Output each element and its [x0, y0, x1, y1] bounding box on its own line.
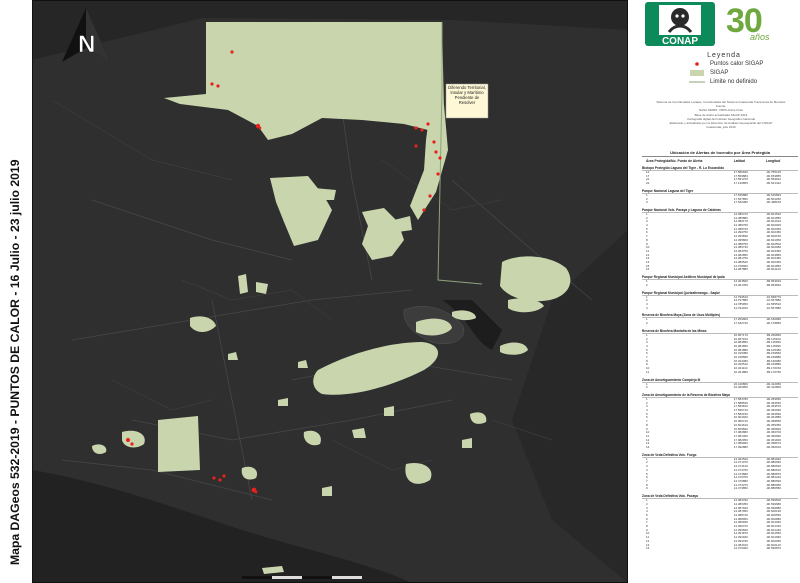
point-icon	[695, 61, 699, 66]
table-cell: 9	[646, 486, 648, 491]
table-cell: 3	[646, 200, 648, 205]
table-cell: 17.130855	[733, 181, 748, 186]
header-lat: Latitud	[733, 159, 745, 163]
table-row: 9 14.473850 -90.880580	[642, 487, 798, 491]
heat-point	[428, 194, 432, 198]
heat-point	[420, 128, 424, 132]
logo-name: CONAP	[661, 36, 699, 47]
table-cell: 14.461780	[733, 282, 748, 287]
heat-point	[432, 140, 436, 144]
credit-line: Guatemala, julio 2019	[706, 125, 736, 130]
table-cell: 14	[646, 546, 650, 551]
table-cell: 14.387880	[733, 267, 748, 272]
table-cell: -89.170750	[765, 369, 782, 374]
heat-point	[436, 172, 440, 176]
table-cell: 2	[646, 282, 648, 287]
heat-point	[216, 84, 220, 88]
map-canvas[interactable]: Diferendo Territorial, Insular y Marítim…	[32, 0, 628, 583]
heat-point	[258, 126, 262, 130]
table-row: 3 17.520380 -90.498150	[642, 201, 798, 205]
table-cell: -90.360610	[765, 445, 782, 450]
table-cell: 16.406950	[733, 385, 748, 390]
heat-point	[426, 122, 430, 126]
sigap-area-maya-corridor	[314, 188, 336, 200]
table-row: 14 14.379460 -90.596870	[642, 547, 798, 551]
table-cell: 14	[646, 445, 650, 450]
table-row: 11 16.321880 -89.170750	[642, 369, 798, 375]
alerts-table-header: Área Protegida/No. Punto de Alerta Latit…	[642, 159, 798, 163]
heat-point	[414, 144, 418, 148]
side-panel: CONAP 30 años Leyenda Puntos calor SIGAP…	[640, 0, 800, 583]
map-title: Mapa DAGeos 532-2019 - PUNTOS DE CALOR -…	[8, 159, 22, 565]
table-cell: 16.321880	[733, 369, 748, 374]
table-cell: 2	[646, 385, 648, 390]
alerts-table-body: Biotopo Protegido Laguna del Tigre - R. …	[642, 166, 798, 551]
legend-item-undefined-limit: Limite no definido	[648, 77, 800, 86]
legend: Leyenda Puntos calor SIGAP SIGAP Limite …	[648, 52, 800, 94]
table-row: 2 16.406950 -90.412800	[642, 386, 798, 390]
table-cell: -90.498150	[765, 200, 782, 205]
table-cell: 11	[646, 369, 650, 374]
legend-label: Puntos calor SIGAP	[710, 60, 764, 67]
table-row: 16 14.387880 -90.601120	[642, 268, 798, 272]
table-row: 22 17.130855 -90.521422	[642, 181, 798, 186]
callout-text: Diferendo Territorial, Insular y Marítim…	[448, 85, 486, 105]
heat-point	[212, 476, 216, 480]
table-cell: 17.520380	[733, 200, 748, 205]
table-cell: -90.178860	[765, 321, 782, 326]
legend-title: Leyenda	[707, 52, 741, 59]
table-cell: 17.182740	[733, 321, 748, 326]
alerts-table-title: Ubicación de Alertas de Incendio por Áre…	[642, 150, 798, 157]
heat-point	[414, 126, 418, 130]
table-cell: -90.521422	[765, 181, 782, 186]
heat-point	[434, 150, 438, 154]
credits-block: Sistema de Coordenadas Locales, Coordena…	[644, 100, 798, 129]
map-title-strip: Mapa DAGeos 532-2019 - PUNTOS DE CALOR -…	[8, 159, 22, 565]
line-icon	[689, 81, 705, 82]
anniversary-word: años	[750, 32, 770, 42]
table-cell: 22	[646, 181, 650, 186]
table-cell: 14.379460	[733, 546, 748, 551]
heat-point	[222, 474, 226, 478]
table-cell: -89.653840	[765, 282, 782, 287]
sigap-area-quiche	[256, 282, 268, 294]
heat-point	[438, 156, 442, 160]
table-cell: -90.601120	[765, 267, 781, 272]
table-row: 2 17.182740 -90.178860	[642, 321, 798, 326]
north-label: N	[78, 31, 95, 58]
header-lon: Longitud	[765, 159, 781, 163]
heat-point	[126, 438, 130, 442]
heat-point	[210, 82, 214, 86]
scale-bar	[242, 576, 362, 579]
heat-point	[422, 208, 426, 212]
alerts-table: Ubicación de Alertas de Incendio por Áre…	[642, 150, 798, 551]
table-cell: 14.794010	[733, 305, 748, 310]
monkey-icon	[659, 5, 701, 35]
table-cell: 17.092880	[733, 445, 748, 450]
table-cell: 4	[646, 305, 648, 310]
heat-point	[218, 478, 222, 482]
table-cell: -90.412800	[765, 385, 782, 390]
table-cell: -91.567880	[765, 305, 782, 310]
table-cell: 16	[646, 267, 650, 272]
table-cell: 2	[646, 321, 648, 326]
legend-label: Limite no definido	[710, 78, 758, 85]
area-swatch-icon	[690, 69, 704, 76]
legend-item-heat-points: Puntos calor SIGAP	[648, 59, 800, 68]
table-row: 2 14.461780 -89.653840	[642, 282, 798, 288]
sigap-area-atitlan	[158, 416, 200, 472]
header-area: Área Protegida/No. Punto de Alerta	[646, 159, 703, 163]
table-row: 14 17.092880 -90.360610	[642, 445, 798, 450]
legend-label: SIGAP	[710, 69, 729, 76]
heat-point	[254, 490, 258, 494]
table-row: 4 14.794010 -91.567880	[642, 305, 798, 311]
legend-item-sigap: SIGAP	[648, 68, 800, 77]
heat-point	[230, 50, 234, 54]
table-cell: -90.880580	[765, 486, 782, 491]
table-cell: 14.473850	[733, 486, 748, 491]
table-cell: -90.596870	[765, 546, 782, 551]
heat-point	[130, 442, 134, 446]
